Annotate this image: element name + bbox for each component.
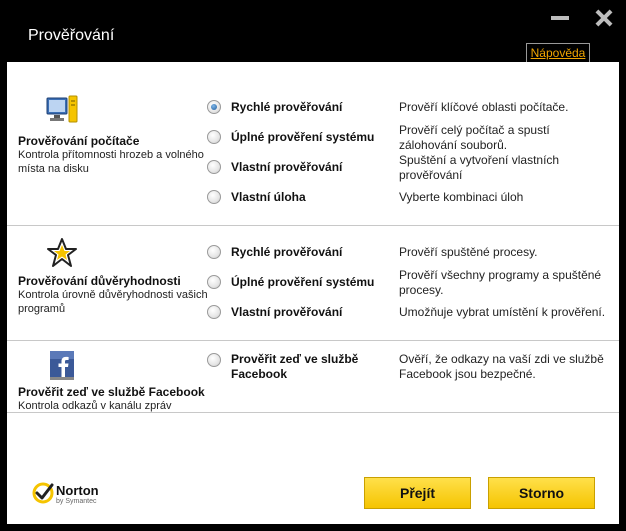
option-description: Ověří, že odkazy na vaší zdi ve službě F… xyxy=(399,352,604,381)
scan-options-panel: Prověřování počítače Kontrola přítomnost… xyxy=(7,62,619,524)
option-label: Prověřit zeď ve službě Facebook xyxy=(231,352,359,381)
radio-button[interactable] xyxy=(207,190,221,204)
logo-subtitle: by Symantec xyxy=(56,498,97,505)
option-full-scan[interactable]: Úplné prověření systému xyxy=(207,272,387,292)
option-label: Vlastní prověřování xyxy=(231,160,343,174)
option-custom-scan[interactable]: Vlastní prověřování xyxy=(207,302,387,322)
option-label: Rychlé prověřování xyxy=(231,245,343,259)
option-description: Spuštění a vytvoření vlastních prověřová… xyxy=(399,153,560,182)
radio-button-checked[interactable] xyxy=(207,100,221,114)
close-icon[interactable] xyxy=(594,8,614,28)
trust-star-icon xyxy=(47,238,77,267)
section-trust-scan: Prověřování důvěryhodnosti Kontrola úrov… xyxy=(7,226,619,341)
computer-icon xyxy=(46,95,78,123)
option-description: Prověří celý počítač a spustí zálohování… xyxy=(399,123,550,152)
option-label: Vlastní prověřování xyxy=(231,305,343,319)
section-description: Kontrola odkazů v kanálu zpráv xyxy=(18,400,172,412)
facebook-icon xyxy=(50,351,74,380)
radio-button[interactable] xyxy=(207,130,221,144)
option-description: Prověří spuštěné procesy. xyxy=(399,245,538,259)
cancel-button[interactable]: Storno xyxy=(488,477,595,509)
section-description: Kontrola úrovně důvěryhodnosti vašich pr… xyxy=(18,289,208,315)
option-facebook-wall-scan[interactable]: Prověřit zeď ve službě Facebook xyxy=(207,350,387,386)
option-description: Prověří klíčové oblasti počítače. xyxy=(399,100,569,114)
section-title: Prověřování počítače xyxy=(18,134,140,148)
option-description: Prověří všechny programy a spuštěné proc… xyxy=(399,268,602,297)
option-custom-scan[interactable]: Vlastní prověřování xyxy=(207,157,387,177)
option-quick-scan[interactable]: Rychlé prověřování xyxy=(207,97,387,117)
option-label: Rychlé prověřování xyxy=(231,100,343,114)
logo-name: Norton xyxy=(56,483,99,498)
section-title: Prověřování důvěryhodnosti xyxy=(18,274,181,288)
section-computer-scan: Prověřování počítače Kontrola přítomnost… xyxy=(7,62,619,226)
radio-button[interactable] xyxy=(207,353,221,367)
radio-button[interactable] xyxy=(207,275,221,289)
minimize-icon[interactable] xyxy=(550,8,570,28)
window-title: Prověřování xyxy=(28,27,115,44)
radio-button[interactable] xyxy=(207,245,221,259)
option-custom-task[interactable]: Vlastní úloha xyxy=(207,187,387,207)
section-facebook-scan: Prověřit zeď ve službě Facebook Kontrola… xyxy=(7,341,619,413)
option-description: Umožňuje vybrat umístění k prověření. xyxy=(399,305,606,319)
option-label: Úplné prověření systému xyxy=(231,130,375,144)
option-description: Vyberte kombinaci úloh xyxy=(399,190,524,204)
radio-button[interactable] xyxy=(207,305,221,319)
option-label: Úplné prověření systému xyxy=(231,275,375,289)
option-full-scan[interactable]: Úplné prověření systému xyxy=(207,127,387,147)
norton-logo: Norton by Symantec xyxy=(32,480,112,510)
help-link[interactable]: Nápověda xyxy=(526,43,590,63)
norton-check-icon xyxy=(32,482,54,504)
section-title: Prověřit zeď ve službě Facebook xyxy=(18,385,205,399)
section-description: Kontrola přítomnosti hrozeb a volného mí… xyxy=(18,149,204,175)
radio-button[interactable] xyxy=(207,160,221,174)
option-label: Vlastní úloha xyxy=(231,190,306,204)
go-button[interactable]: Přejít xyxy=(364,477,471,509)
option-quick-scan[interactable]: Rychlé prověřování xyxy=(207,242,387,262)
